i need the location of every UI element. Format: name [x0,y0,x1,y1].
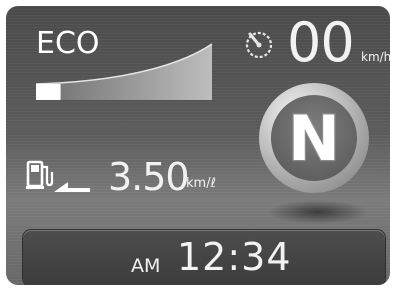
fuel-pump-icon [26,160,90,192]
instrument-display: ECO 00 km/h N 3.50 km/ℓ AM 12:34 [6,6,390,285]
gear-indicator: N [259,83,369,224]
speed-value: 00 [287,11,355,74]
gear-shadow [268,200,368,224]
eco-gauge-track [36,44,212,100]
eco-gauge [35,43,213,100]
speed-unit: km/h [361,50,390,64]
speed-readout: 00 km/h [241,12,390,74]
eco-gauge-fill [36,84,61,100]
gear-letter: N [288,102,340,175]
fuel-economy-value: 3.50 [108,155,190,199]
speedometer-icon [245,31,273,59]
clock-ampm: AM [131,255,161,277]
clock-bar: AM 12:34 [23,230,385,285]
fuel-economy-unit: km/ℓ [186,176,216,191]
clock-time: 12:34 [177,235,292,279]
